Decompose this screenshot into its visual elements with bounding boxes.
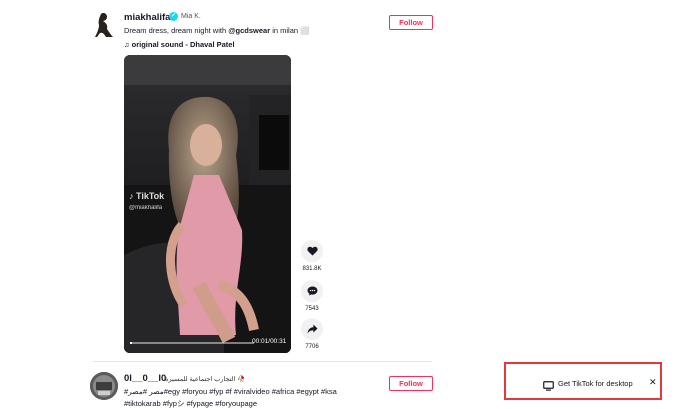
creator-nickname: التجارب اجتماعية للمسيرة 🥀 — [165, 376, 246, 383]
follow-button[interactable]: Follow — [389, 15, 433, 30]
caption-text: Dream dress, dream night with — [124, 26, 229, 35]
tiktok-logo-icon: ♪ TikTok — [129, 191, 165, 201]
like-action[interactable]: 831.8K — [301, 240, 323, 272]
follow-button[interactable]: Follow — [389, 376, 433, 391]
video-progress-bar[interactable] — [130, 342, 254, 344]
music-note-icon: ♫ — [124, 40, 130, 49]
share-action[interactable]: 7706 — [301, 318, 323, 350]
post-divider — [93, 361, 432, 362]
video-progress-fill — [130, 342, 133, 344]
verified-badge-icon: ✓ — [169, 12, 178, 21]
post-caption: Dream dress, dream night with @gcdswear … — [124, 26, 310, 35]
feed-post: miakhalifa ✓ Mia K. Dream dress, dream n… — [0, 0, 679, 404]
creator-username[interactable]: 0l__0__l0 — [124, 373, 166, 384]
video-time: 00:01/00:31 — [252, 338, 287, 345]
share-icon[interactable] — [301, 318, 323, 340]
creator-avatar[interactable] — [93, 11, 115, 39]
watermark-label: TikTok — [136, 191, 165, 201]
like-count: 831.8K — [302, 266, 322, 272]
get-desktop-app-banner[interactable]: Get TikTok for desktop ✕ — [504, 362, 662, 400]
sound-link[interactable]: ♫ original sound - Dhaval Patel — [124, 40, 235, 49]
share-count: 7706 — [305, 344, 319, 350]
caption-mention-link[interactable]: @gcdswear — [228, 26, 270, 35]
close-icon[interactable]: ✕ — [649, 377, 657, 388]
get-desktop-app-label[interactable]: Get TikTok for desktop — [558, 379, 633, 388]
comment-count: 7543 — [305, 306, 319, 312]
comment-icon[interactable] — [301, 280, 323, 302]
creator-avatar[interactable] — [90, 372, 118, 400]
watermark-username: @miakhalifa — [129, 205, 163, 211]
post-hashtags[interactable]: #مصر #مصر#egy #foryou #fyp #f #viralvide… — [124, 387, 337, 396]
creator-username[interactable]: miakhalifa — [124, 12, 170, 23]
heart-icon[interactable] — [301, 240, 323, 262]
sound-title: original sound - Dhaval Patel — [131, 40, 235, 49]
video-player[interactable]: ♪ TikTok @miakhalifa 00:01/00:31 — [124, 55, 291, 353]
caption-text-end: in milan ⬜ — [270, 26, 310, 35]
video-frame — [124, 55, 291, 353]
monitor-icon — [543, 378, 554, 396]
creator-nickname: Mia K. — [181, 13, 201, 20]
comment-action[interactable]: 7543 — [301, 280, 323, 312]
